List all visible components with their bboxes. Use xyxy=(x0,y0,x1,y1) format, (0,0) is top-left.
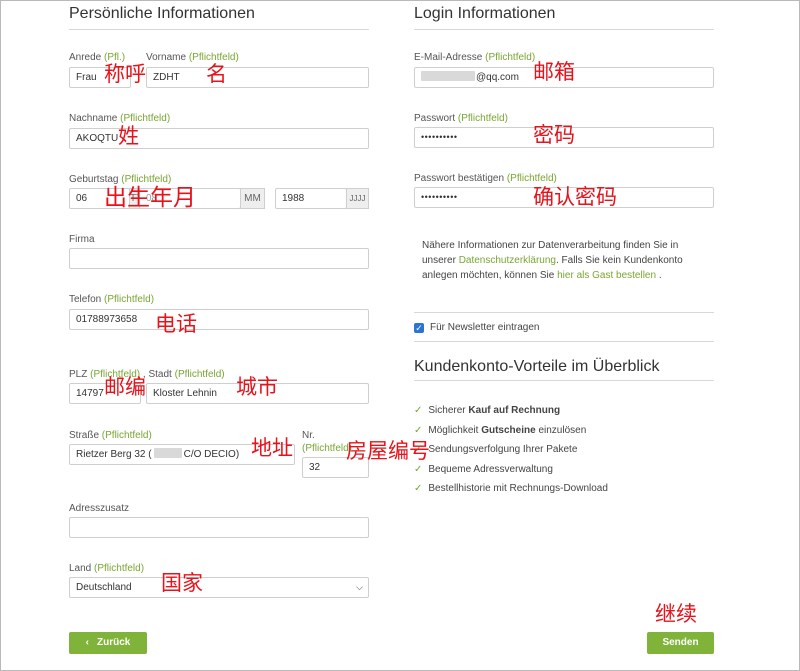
send-button[interactable]: Senden xyxy=(647,632,714,654)
annotation-continue: 继续 xyxy=(655,602,697,626)
check-icon: ✓ xyxy=(414,405,423,416)
land-label: Land (Pflichtfeld) xyxy=(69,563,145,574)
check-icon: ✓ xyxy=(414,483,423,494)
annotation-plz: 邮编 xyxy=(104,375,146,399)
login-heading-divider xyxy=(414,29,714,30)
confirm-password-label: Passwort bestätigen (Pflichtfeld) xyxy=(414,173,557,184)
telefon-label: Telefon (Pflichtfeld) xyxy=(69,294,155,305)
birthday-year-addon: JJJJ xyxy=(346,188,369,209)
benefit-item: ✓ Sendungsverfolgung Ihrer Pakete xyxy=(414,444,578,455)
annotation-country: 国家 xyxy=(161,571,203,595)
benefits-heading-divider xyxy=(414,380,714,381)
nachname-label: Nachname (Pflichtfeld) xyxy=(69,113,171,124)
firma-input[interactable] xyxy=(69,248,369,269)
passwort-label: Passwort (Pflichtfeld) xyxy=(414,113,508,124)
firma-label: Firma xyxy=(69,234,95,245)
nr-required-label: (Pflichtfeld) xyxy=(302,443,353,454)
back-button[interactable]: ‹ Zurück xyxy=(69,632,147,654)
check-icon: ✓ xyxy=(414,464,423,475)
personal-heading-divider xyxy=(69,29,369,30)
redacted-block xyxy=(421,71,475,81)
annotation-house-number: 房屋编号 xyxy=(346,439,430,463)
annotation-confirm-password: 确认密码 xyxy=(533,185,617,209)
land-select[interactable]: Deutschland ⌵ xyxy=(69,577,369,598)
nachname-input[interactable]: AKOQTU xyxy=(69,128,369,149)
newsletter-checkbox[interactable]: ✓ xyxy=(414,323,424,333)
annotation-vorname: 名 xyxy=(206,62,227,86)
login-info-heading: Login Informationen xyxy=(414,5,556,22)
annotation-phone: 电话 xyxy=(155,312,197,336)
newsletter-divider xyxy=(414,341,714,342)
annotation-email: 邮箱 xyxy=(533,60,575,84)
benefit-item: ✓ Sicherer Kauf auf Rechnung xyxy=(414,405,561,416)
annotation-street: 地址 xyxy=(251,436,293,460)
birthday-year-input[interactable]: 1988 xyxy=(275,188,347,209)
chevron-left-icon: ‹ xyxy=(85,637,89,648)
privacy-policy-link[interactable]: Datenschutzerklärung xyxy=(459,255,556,266)
adresszusatz-label: Adresszusatz xyxy=(69,503,130,514)
vorname-input[interactable]: ZDHT xyxy=(146,67,369,88)
plz-stadt-label: PLZ (Pflichtfeld) , Stadt (Pflichtfeld) xyxy=(69,369,225,380)
benefit-item: ✓ Bestellhistorie mit Rechnungs-Download xyxy=(414,483,608,494)
guest-checkout-link[interactable]: hier als Gast bestellen xyxy=(557,270,656,281)
check-icon: ✓ xyxy=(414,425,423,436)
nr-label: Nr. xyxy=(302,430,315,441)
annotation-nachname: 姓 xyxy=(118,124,139,148)
annotation-city: 城市 xyxy=(236,375,278,399)
benefit-item: ✓ Möglichkeit Gutscheine einzulösen xyxy=(414,425,587,436)
birthday-month-addon: MM xyxy=(240,188,265,209)
telefon-input[interactable]: 01788973658 xyxy=(69,309,369,330)
privacy-info-text: Nähere Informationen zur Datenverarbeitu… xyxy=(422,240,683,281)
strasse-label: Straße (Pflichtfeld) xyxy=(69,430,152,441)
geburtstag-label: Geburtstag (Pflichtfeld) xyxy=(69,174,172,185)
benefit-item: ✓ Bequeme Adressverwaltung xyxy=(414,464,553,475)
benefits-heading: Kundenkonto-Vorteile im Überblick xyxy=(414,358,660,375)
personal-info-heading: Persönliche Informationen xyxy=(69,5,255,22)
annotation-birthday: 出生年月 xyxy=(104,185,196,211)
adresszusatz-input[interactable] xyxy=(69,517,369,538)
redacted-block xyxy=(153,448,182,458)
email-label: E-Mail-Adresse (Pflichtfeld) xyxy=(414,52,536,63)
annotation-anrede: 称呼 xyxy=(104,62,146,86)
annotation-password: 密码 xyxy=(533,123,575,147)
chevron-down-icon: ⌵ xyxy=(356,582,363,592)
info-divider xyxy=(414,312,714,313)
newsletter-row[interactable]: ✓ Für Newsletter eintragen xyxy=(414,322,540,333)
